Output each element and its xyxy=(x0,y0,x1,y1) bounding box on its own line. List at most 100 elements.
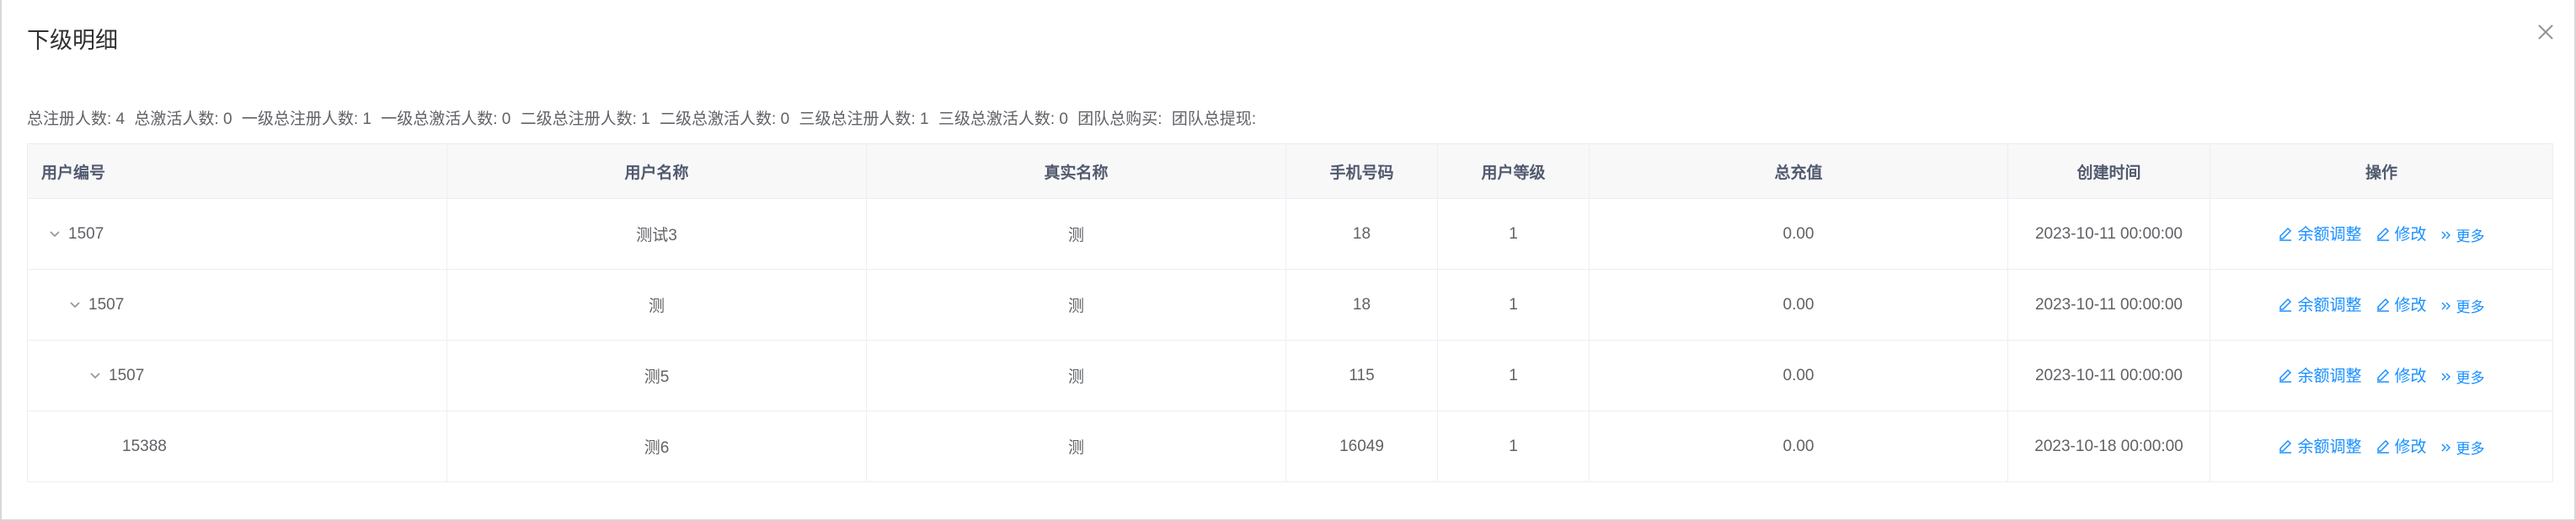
col-header-realname: 真实名称 xyxy=(866,143,1286,199)
col-header-phone: 手机号码 xyxy=(1285,143,1438,199)
edit-button[interactable]: 修改 xyxy=(2376,222,2427,244)
table-row: 1507 测5 测 115 1 0.00 2023-10-11 00:00:00 余额调整 修改… xyxy=(27,340,2553,411)
cell-user-id: 1507 xyxy=(27,340,447,411)
balance-adjust-label: 余额调整 xyxy=(2297,438,2362,457)
summary-level1-activated: 一级总激活人数: 0 xyxy=(381,110,511,128)
col-header-username: 用户名称 xyxy=(446,143,867,199)
balance-adjust-label: 余额调整 xyxy=(2297,226,2362,244)
edit-icon xyxy=(2376,368,2389,383)
cell-phone: 115 xyxy=(1285,340,1438,411)
cell-user-id: 1507 xyxy=(27,198,447,270)
cell-actions: 余额调整 修改 更多 xyxy=(2210,411,2553,482)
col-header-level: 用户等级 xyxy=(1437,143,1590,199)
cell-realname: 测 xyxy=(866,340,1286,411)
edit-button[interactable]: 修改 xyxy=(2376,434,2427,457)
more-label: 更多 xyxy=(2456,228,2485,245)
col-header-user-id: 用户编号 xyxy=(27,143,447,199)
col-header-actions: 操作 xyxy=(2210,143,2553,199)
cell-phone: 18 xyxy=(1285,198,1438,270)
more-button[interactable]: 更多 xyxy=(2440,437,2485,458)
table-row: 1507 测试3 测 18 1 0.00 2023-10-11 00:00:00 余额调整 修改… xyxy=(27,198,2553,270)
summary-team-purchase: 团队总购买: xyxy=(1077,110,1162,128)
col-header-recharge: 总充值 xyxy=(1589,143,2008,199)
edit-icon xyxy=(2279,439,2292,454)
cell-created: 2023-10-18 00:00:00 xyxy=(2007,411,2210,482)
summary-level2-registered: 二级总注册人数: 1 xyxy=(520,110,650,128)
summary-team-withdraw: 团队总提现: xyxy=(1171,110,1257,128)
edit-label: 修改 xyxy=(2394,368,2427,386)
cell-recharge: 0.00 xyxy=(1589,340,2008,411)
cell-user-id: 15388 xyxy=(27,411,447,482)
edit-button[interactable]: 修改 xyxy=(2376,363,2427,386)
cell-level: 1 xyxy=(1437,198,1590,270)
cell-actions: 余额调整 修改 更多 xyxy=(2210,340,2553,411)
cell-username: 测 xyxy=(446,269,867,341)
cell-username: 测试3 xyxy=(446,198,867,270)
edit-label: 修改 xyxy=(2394,297,2427,315)
cell-realname: 测 xyxy=(866,198,1286,270)
cell-actions: 余额调整 修改 更多 xyxy=(2210,269,2553,341)
user-id-text: 1507 xyxy=(68,224,104,243)
edit-icon xyxy=(2279,298,2292,312)
balance-adjust-label: 余额调整 xyxy=(2297,368,2362,386)
double-chevron-right-icon xyxy=(2441,302,2450,310)
cell-recharge: 0.00 xyxy=(1589,198,2008,270)
col-header-created: 创建时间 xyxy=(2007,143,2210,199)
summary-level2-activated: 二级总激活人数: 0 xyxy=(660,110,790,128)
cell-created: 2023-10-11 00:00:00 xyxy=(2007,340,2210,411)
summary-level1-registered: 一级总注册人数: 1 xyxy=(241,110,371,128)
user-id-text: 1507 xyxy=(109,366,145,384)
summary-stats: 总注册人数: 4 总激活人数: 0 一级总注册人数: 1 一级总激活人数: 0 … xyxy=(27,106,1261,129)
edit-icon xyxy=(2376,227,2389,241)
user-id-text: 15388 xyxy=(122,437,167,455)
cell-created: 2023-10-11 00:00:00 xyxy=(2007,269,2210,341)
cell-realname: 测 xyxy=(866,411,1286,482)
close-icon[interactable] xyxy=(2536,22,2556,42)
cell-phone: 18 xyxy=(1285,269,1438,341)
cell-created: 2023-10-11 00:00:00 xyxy=(2007,198,2210,270)
balance-adjust-button[interactable]: 余额调整 xyxy=(2278,363,2362,386)
subordinate-table: 用户编号 用户名称 真实名称 手机号码 用户等级 总充值 创建时间 操作 150… xyxy=(27,143,2553,482)
cell-level: 1 xyxy=(1437,269,1590,341)
balance-adjust-button[interactable]: 余额调整 xyxy=(2278,222,2362,244)
edit-icon xyxy=(2279,368,2292,383)
summary-total-registered: 总注册人数: 4 xyxy=(27,110,126,128)
balance-adjust-label: 余额调整 xyxy=(2297,297,2362,315)
chevron-down-icon[interactable] xyxy=(88,368,102,382)
summary-level3-registered: 三级总注册人数: 1 xyxy=(799,110,929,128)
cell-phone: 16049 xyxy=(1285,411,1438,482)
more-button[interactable]: 更多 xyxy=(2440,366,2485,387)
more-button[interactable]: 更多 xyxy=(2440,224,2485,245)
cell-recharge: 0.00 xyxy=(1589,411,2008,482)
double-chevron-right-icon xyxy=(2441,231,2450,239)
edit-button[interactable]: 修改 xyxy=(2376,293,2427,315)
cell-level: 1 xyxy=(1437,340,1590,411)
balance-adjust-button[interactable]: 余额调整 xyxy=(2278,434,2362,457)
cell-username: 测6 xyxy=(446,411,867,482)
edit-icon xyxy=(2279,227,2292,241)
double-chevron-right-icon xyxy=(2441,373,2450,381)
table-header-row: 用户编号 用户名称 真实名称 手机号码 用户等级 总充值 创建时间 操作 xyxy=(27,143,2553,199)
more-button[interactable]: 更多 xyxy=(2440,295,2485,316)
edit-label: 修改 xyxy=(2394,438,2427,457)
cell-actions: 余额调整 修改 更多 xyxy=(2210,198,2553,270)
double-chevron-right-icon xyxy=(2441,443,2450,452)
cell-realname: 测 xyxy=(866,269,1286,341)
dialog-title: 下级明细 xyxy=(27,28,118,53)
subordinate-detail-dialog: 下级明细 总注册人数: 4 总激活人数: 0 一级总注册人数: 1 一级总激活人… xyxy=(0,0,2576,521)
chevron-down-icon[interactable] xyxy=(68,298,82,311)
cell-username: 测5 xyxy=(446,340,867,411)
table-row: 15388 测6 测 16049 1 0.00 2023-10-18 00:00:00 余额调… xyxy=(27,411,2553,482)
more-label: 更多 xyxy=(2456,299,2485,316)
user-id-text: 1507 xyxy=(88,295,125,314)
more-label: 更多 xyxy=(2456,370,2485,387)
summary-level3-activated: 三级总激活人数: 0 xyxy=(938,110,1068,128)
cell-user-id: 1507 xyxy=(27,269,447,341)
cell-recharge: 0.00 xyxy=(1589,269,2008,341)
cell-level: 1 xyxy=(1437,411,1590,482)
balance-adjust-button[interactable]: 余额调整 xyxy=(2278,293,2362,315)
chevron-down-icon[interactable] xyxy=(48,227,61,240)
edit-icon xyxy=(2376,298,2389,312)
table-row: 1507 测测 18 1 0.00 2023-10-11 00:00:00 余额调整 修改 更多 xyxy=(27,269,2553,341)
more-label: 更多 xyxy=(2456,441,2485,458)
